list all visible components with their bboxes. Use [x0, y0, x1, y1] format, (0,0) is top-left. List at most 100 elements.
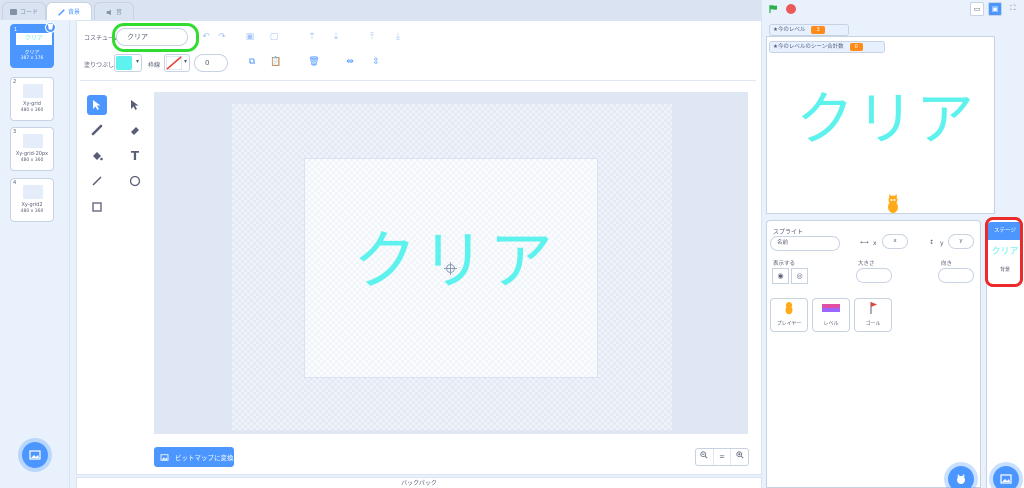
level-bars-icon [822, 304, 840, 312]
large-stage-button[interactable]: ▣ [988, 2, 1002, 16]
stop-button[interactable] [786, 4, 796, 14]
variable-monitor[interactable]: ★今のレベル 3 [769, 24, 849, 36]
zoom-in-button[interactable] [731, 449, 748, 465]
back-icon[interactable]: ⤓ [392, 31, 404, 43]
green-flag-button[interactable] [768, 4, 778, 14]
sprite-label: スプライト [773, 229, 804, 236]
convert-to-bitmap-button[interactable]: ビットマップに変換 [154, 447, 234, 467]
tab-code-label: コード [19, 9, 38, 16]
reshape-icon [131, 100, 139, 110]
sprite-name-input[interactable]: 名前 [770, 236, 840, 251]
costume-name: Xy-grid-20px [15, 151, 49, 157]
line-tool[interactable] [87, 171, 107, 191]
circle-tool[interactable] [125, 171, 145, 191]
zoom-in-icon [736, 451, 744, 459]
brush-icon [91, 124, 103, 136]
costume-item[interactable]: 3 Xy-grid-20px 480 x 360 [10, 127, 54, 171]
fullscreen-button[interactable]: ⛶ [1006, 2, 1020, 16]
center-crosshair-icon [444, 262, 457, 275]
flip-vertical-icon[interactable]: ⇳ [370, 56, 382, 68]
front-icon[interactable]: ⤒ [366, 31, 378, 43]
sprite-tile[interactable]: ゴール [854, 298, 892, 332]
sprite-name: ゴール [865, 321, 881, 327]
cat-sprite-icon[interactable] [884, 194, 902, 216]
reshape-tool[interactable] [125, 95, 145, 115]
direction-label: 向き [941, 261, 953, 267]
flip-horizontal-icon[interactable]: ⇹ [344, 56, 356, 68]
brush-tool[interactable] [87, 120, 107, 140]
choose-backdrop-button[interactable] [22, 442, 48, 468]
tab-backdrops[interactable]: 背景 [46, 2, 92, 20]
sprite-tile[interactable]: レベル [812, 298, 850, 332]
fill-tool[interactable] [87, 146, 107, 166]
rectangle-icon [92, 202, 102, 212]
small-stage-button[interactable]: ▭ [970, 2, 984, 16]
costume-name: クリア [24, 50, 40, 56]
stroke-width-input[interactable]: 0 [194, 54, 228, 72]
cat-icon [785, 302, 793, 315]
group-icon[interactable]: ▣ [244, 31, 256, 43]
canvas-text-graphic[interactable]: クリア [330, 210, 580, 302]
line-icon [92, 176, 102, 186]
chevron-down-icon: ▾ [183, 58, 187, 65]
arrow-cursor-icon [93, 100, 101, 110]
large-stage-icon: ▣ [991, 5, 999, 13]
costume-size: 480 x 360 [20, 108, 44, 113]
paste-icon[interactable]: 📋 [270, 56, 282, 68]
select-tool[interactable] [87, 95, 107, 115]
stage-text-graphic: クリア [796, 85, 977, 153]
sprite-tile[interactable]: プレイヤー [770, 298, 808, 332]
text-tool[interactable]: T [125, 146, 145, 166]
cat-face-icon [957, 474, 965, 484]
hide-sprite-button[interactable]: ◎ [791, 268, 808, 284]
costume-size: 480 x 360 [20, 158, 44, 163]
eraser-tool[interactable] [125, 120, 145, 140]
highlight-box [112, 23, 199, 52]
toolbar-divider [80, 80, 756, 81]
zoom-out-icon [700, 451, 708, 459]
zoom-reset-button[interactable]: = [714, 449, 732, 465]
y-label: y [940, 240, 944, 247]
backpack[interactable]: バックパック [76, 477, 762, 488]
forward-icon[interactable]: ⇡ [306, 31, 318, 43]
tab-backdrops-label: 背景 [67, 9, 80, 16]
fullscreen-icon: ⛶ [1010, 4, 1016, 12]
copy-icon[interactable]: ⧉ [246, 56, 258, 68]
tab-sounds-label: 音 [115, 9, 122, 16]
convert-to-bitmap-label: ビットマップに変換 [175, 454, 234, 462]
costume-number: 2 [13, 79, 17, 85]
tab-sounds[interactable]: 音 [94, 2, 134, 20]
redo-icon[interactable]: ↷ [216, 31, 228, 43]
ungroup-icon[interactable]: ▢ [268, 31, 280, 43]
costume-item[interactable]: 2 Xy-grid 480 x 360 [10, 77, 54, 121]
costume-item[interactable]: 4 Xy-grid2 480 x 360 [10, 178, 54, 222]
zoom-out-button[interactable] [696, 449, 714, 465]
stroke-label: 枠線 [148, 62, 161, 69]
eye-slash-icon: ◎ [796, 272, 803, 280]
chevron-down-icon: ▾ [135, 58, 139, 65]
x-input[interactable]: x [882, 234, 908, 249]
costume-size: 387 x 176 [20, 56, 44, 61]
show-sprite-button[interactable]: ◉ [772, 268, 789, 284]
eraser-icon [131, 127, 139, 135]
fill-label: 塗りつぶし [84, 62, 115, 69]
delete-icon[interactable]: 🗑 [308, 56, 320, 68]
image-icon [29, 450, 41, 460]
choose-backdrop-stage-button[interactable] [993, 466, 1019, 488]
variable-monitor[interactable]: ★今のレベルのシーン合計数 0 [769, 41, 885, 53]
delete-costume-button[interactable] [45, 22, 56, 33]
size-input[interactable] [856, 268, 892, 283]
backward-icon[interactable]: ⇣ [330, 31, 342, 43]
choose-sprite-button[interactable] [948, 466, 974, 488]
costume-number: 3 [13, 129, 17, 135]
image-icon [1000, 474, 1012, 484]
direction-input[interactable] [938, 268, 974, 283]
rectangle-tool[interactable] [87, 197, 107, 217]
stroke-color-picker[interactable]: ▾ [164, 54, 190, 72]
fill-color-picker[interactable]: ▾ [114, 54, 142, 72]
costume-item[interactable]: 1 クリア クリア 387 x 176 [10, 22, 56, 68]
y-input[interactable]: y [948, 234, 974, 249]
undo-icon[interactable]: ↶ [200, 31, 212, 43]
trash-icon [47, 23, 54, 30]
tab-code[interactable]: コード [2, 2, 46, 20]
